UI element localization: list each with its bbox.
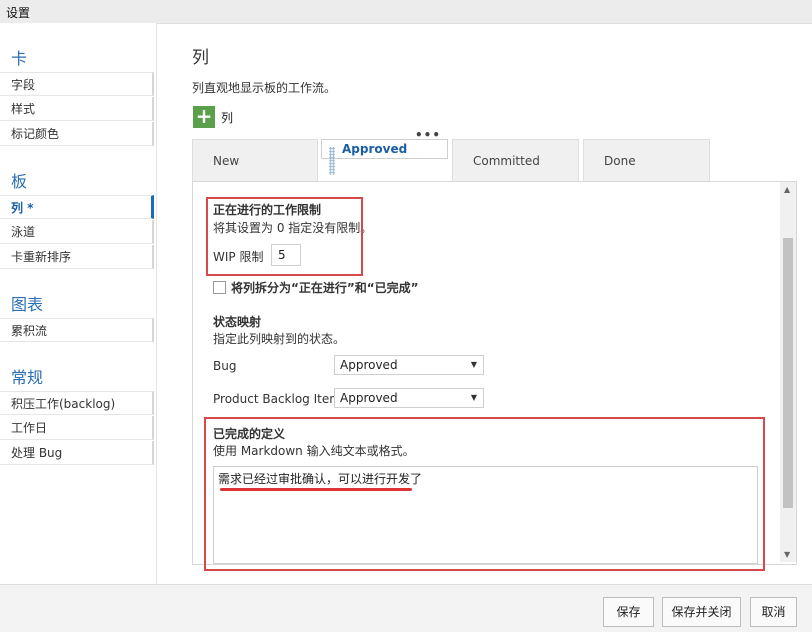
- annotation-box-wip: [206, 197, 363, 276]
- sidebar-item-columns[interactable]: 列 *: [0, 195, 154, 219]
- split-column-label[interactable]: 将列拆分为“正在进行”和“已完成”: [231, 279, 419, 296]
- sidebar-item-tag-colors[interactable]: 标记颜色: [0, 122, 154, 146]
- window-title: 设置: [6, 6, 31, 20]
- tab-label: Done: [604, 154, 636, 168]
- plus-icon: +: [195, 104, 213, 128]
- title-bar: 设置: [0, 0, 812, 24]
- state-mapping-pbi-label: Product Backlog Item: [213, 392, 341, 406]
- tab-committed[interactable]: Committed: [452, 139, 579, 181]
- select-value: Approved: [340, 391, 398, 405]
- annotation-box-definition: [204, 417, 765, 571]
- panel-scrollbar[interactable]: ▲ ▼: [780, 182, 796, 562]
- page-description: 列直观地显示板的工作流。: [192, 81, 337, 95]
- page-title: 列: [192, 48, 209, 68]
- sidebar-item-card-reorder[interactable]: 卡重新排序: [0, 245, 154, 269]
- save-and-close-button[interactable]: 保存并关闭: [662, 597, 741, 627]
- scrollbar-thumb[interactable]: [783, 238, 793, 508]
- dialog-footer: 保存 保存并关闭 取消: [0, 584, 812, 632]
- tab-label: Approved: [342, 142, 408, 156]
- cancel-button[interactable]: 取消: [750, 597, 797, 627]
- sidebar-item-fields[interactable]: 字段: [0, 72, 154, 96]
- tab-done[interactable]: Done: [583, 139, 710, 181]
- split-column-checkbox[interactable]: [213, 281, 226, 294]
- tab-label: Committed: [473, 154, 540, 168]
- sidebar-item-working-with-bugs[interactable]: 处理 Bug: [0, 441, 154, 465]
- sidebar: 卡 字段 样式 标记颜色 板 列 * 泳道 卡重新排序 图表 累积流 常规 积压…: [0, 23, 157, 584]
- state-mapping-hint: 指定此列映射到的状态。: [213, 332, 346, 346]
- sidebar-item-backlogs[interactable]: 积压工作(backlog): [0, 391, 154, 415]
- scroll-down-icon[interactable]: ▼: [784, 550, 790, 559]
- select-value: Approved: [340, 358, 398, 372]
- state-mapping-heading: 状态映射: [213, 315, 262, 329]
- sidebar-group-card: 卡: [11, 49, 28, 68]
- sidebar-item-cumulative-flow[interactable]: 累积流: [0, 318, 154, 342]
- tab-new[interactable]: New: [192, 139, 318, 181]
- tab-label: New: [213, 154, 240, 168]
- sidebar-item-working-days[interactable]: 工作日: [0, 416, 154, 440]
- tab-approved[interactable]: Approved •••: [321, 128, 448, 175]
- save-button[interactable]: 保存: [603, 597, 654, 627]
- drag-handle-icon[interactable]: [329, 147, 335, 175]
- scroll-up-icon[interactable]: ▲: [784, 185, 790, 194]
- more-options-icon[interactable]: •••: [415, 126, 441, 144]
- dropdown-arrow-icon: ▼: [470, 393, 477, 402]
- sidebar-group-board: 板: [11, 172, 28, 191]
- sidebar-group-charts: 图表: [11, 295, 44, 314]
- sidebar-group-general: 常规: [11, 368, 44, 387]
- dropdown-arrow-icon: ▼: [470, 360, 477, 369]
- bug-state-select[interactable]: Approved ▼: [334, 355, 484, 375]
- pbi-state-select[interactable]: Approved ▼: [334, 388, 484, 408]
- add-column-label[interactable]: 列: [221, 109, 233, 126]
- state-mapping-bug-label: Bug: [213, 359, 237, 373]
- sidebar-item-swimlanes[interactable]: 泳道: [0, 220, 154, 244]
- add-column-button[interactable]: +: [193, 106, 215, 128]
- sidebar-item-styles[interactable]: 样式: [0, 97, 154, 121]
